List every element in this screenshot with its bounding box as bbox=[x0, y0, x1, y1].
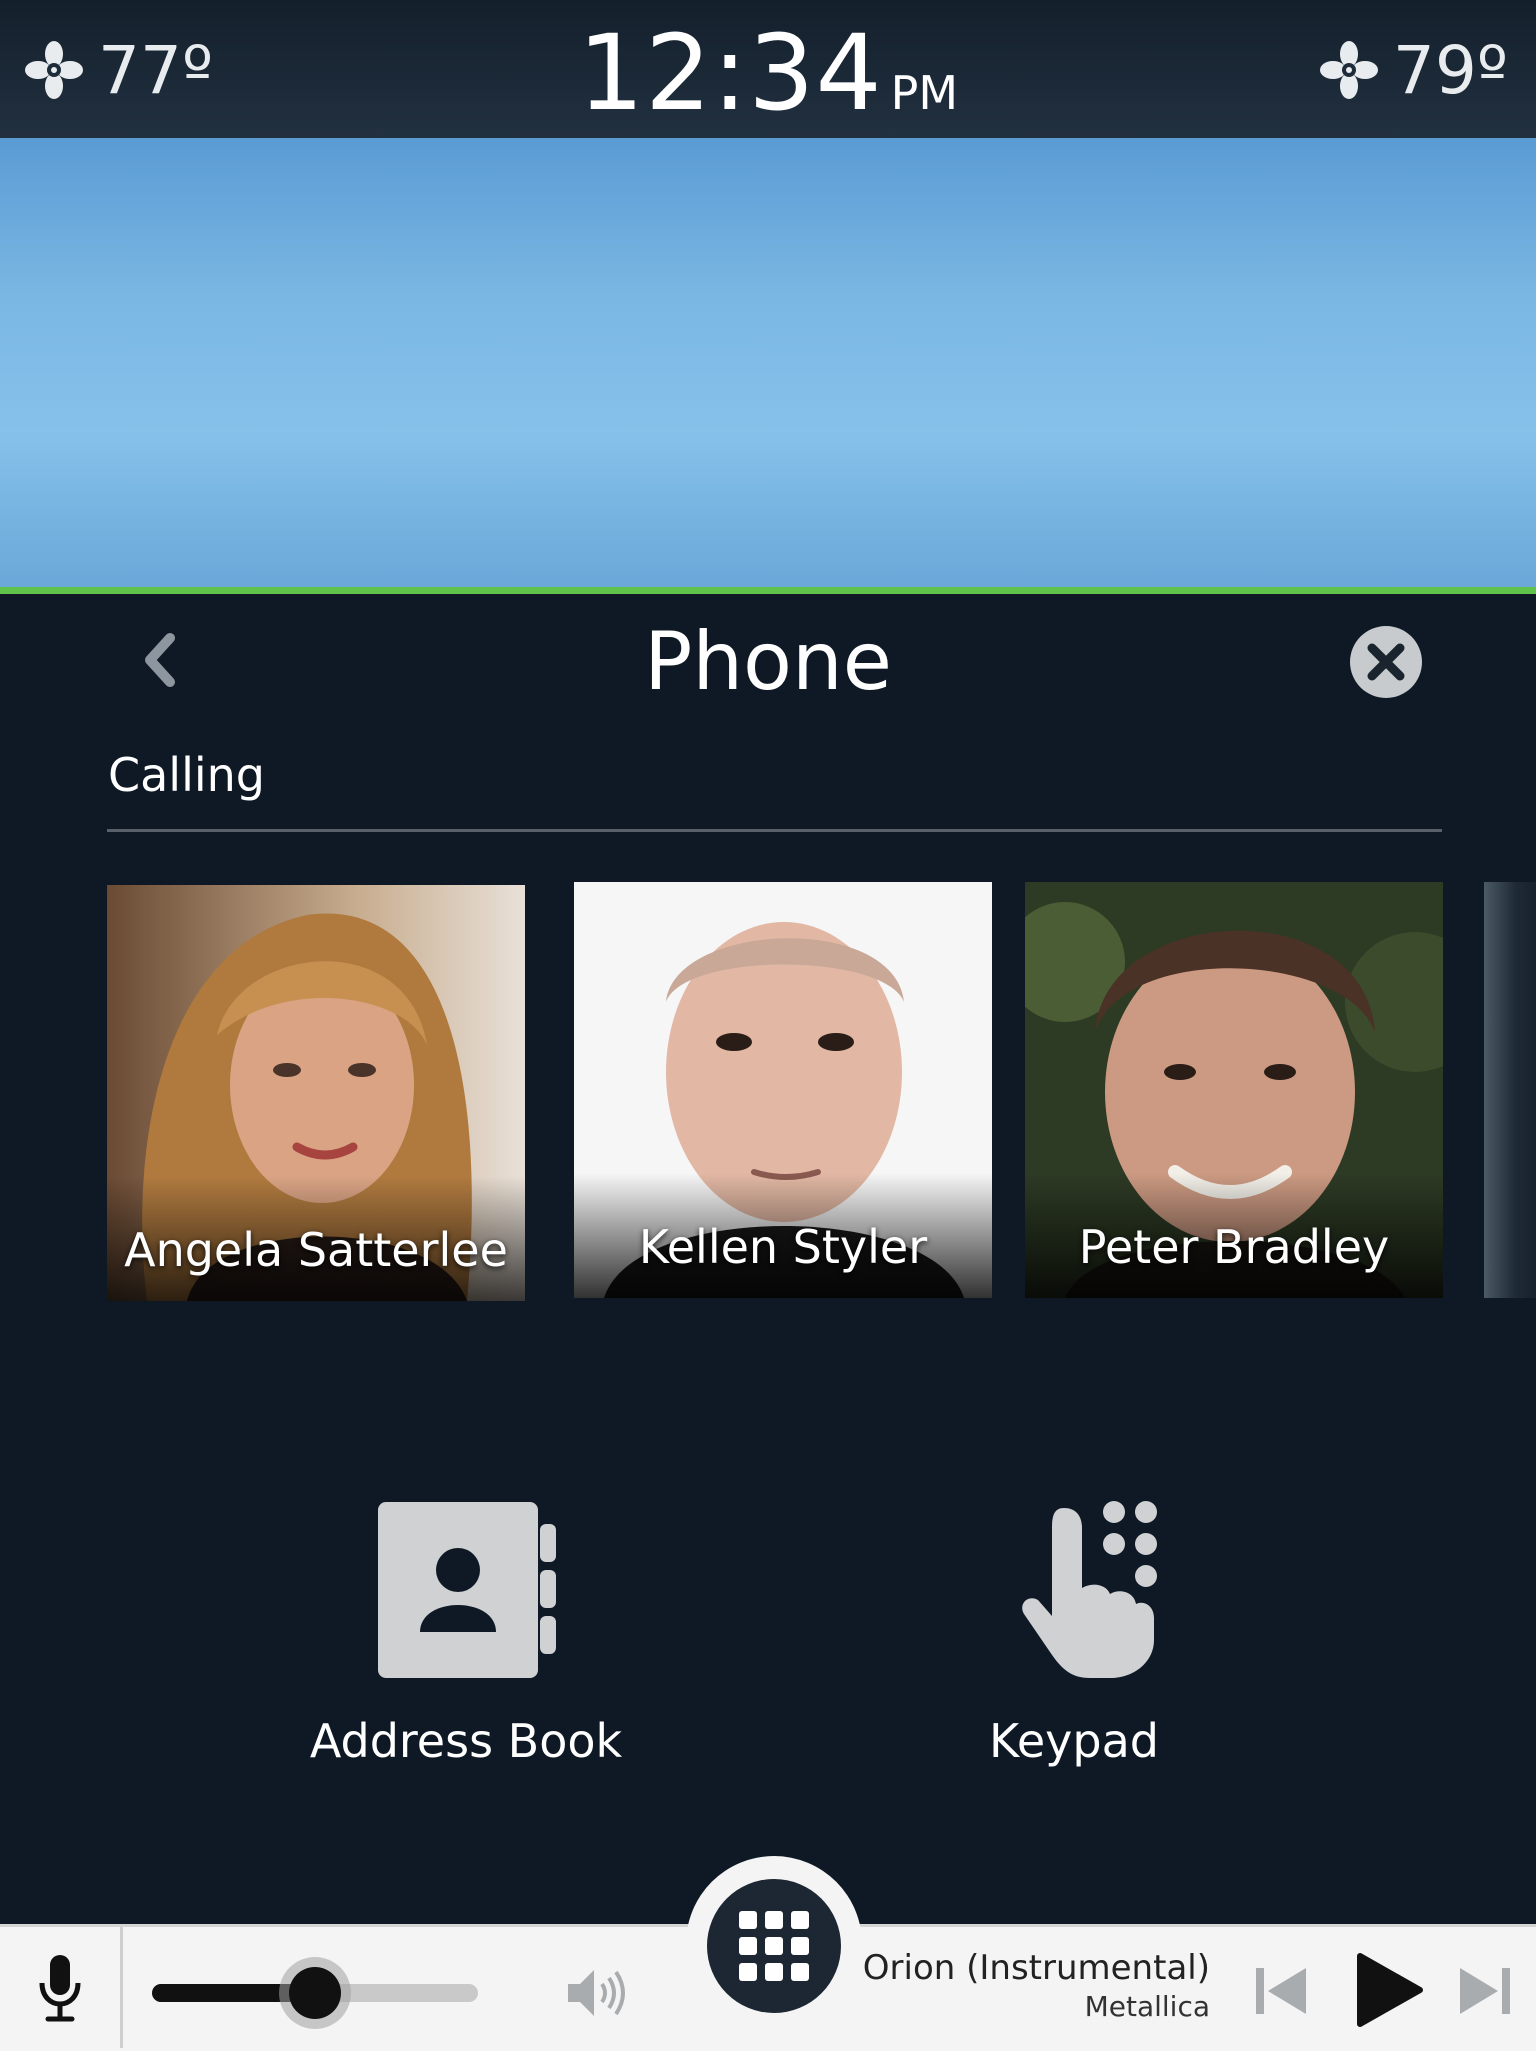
keypad-icon bbox=[1022, 1501, 1157, 1678]
contact-name: Peter Bradley bbox=[1078, 1220, 1390, 1274]
grid-icon bbox=[739, 1911, 809, 1981]
previous-icon[interactable] bbox=[1252, 1958, 1312, 2024]
contact-name: Angela Satterlee bbox=[124, 1223, 508, 1277]
close-icon bbox=[1350, 626, 1422, 698]
clock-ampm: PM bbox=[890, 66, 959, 120]
close-button[interactable] bbox=[1348, 624, 1424, 700]
address-book-label: Address Book bbox=[309, 1714, 623, 1768]
right-climate-control[interactable]: 79º bbox=[1319, 30, 1508, 110]
section-heading: Calling bbox=[108, 748, 266, 802]
clock: 12:34 PM bbox=[0, 12, 1536, 134]
play-icon[interactable] bbox=[1350, 1950, 1424, 2030]
clock-time: 12:34 bbox=[577, 12, 883, 134]
next-icon[interactable] bbox=[1454, 1958, 1514, 2024]
artist-name: Metallica bbox=[1084, 1990, 1210, 2023]
home-button[interactable] bbox=[707, 1879, 841, 2013]
background-sky bbox=[0, 138, 1536, 590]
microphone-icon bbox=[39, 1954, 81, 2021]
fan-icon bbox=[1319, 41, 1378, 99]
contact-card-partial[interactable] bbox=[1484, 882, 1536, 1298]
song-title: Orion (Instrumental) bbox=[862, 1948, 1210, 1988]
right-temperature: 79º bbox=[1392, 31, 1508, 109]
now-playing[interactable]: Orion (Instrumental) Metallica bbox=[840, 1948, 1210, 2023]
page-title: Phone bbox=[644, 615, 892, 708]
divider bbox=[107, 829, 1442, 832]
keypad-label: Keypad bbox=[989, 1714, 1159, 1768]
voice-button[interactable] bbox=[0, 1927, 123, 2048]
contact-name: Kellen Styler bbox=[638, 1220, 928, 1274]
keypad-button[interactable]: Keypad bbox=[864, 1500, 1284, 1768]
address-book-icon bbox=[378, 1502, 556, 1678]
contact-card[interactable]: Peter Bradley bbox=[1025, 882, 1443, 1298]
contact-card[interactable]: Kellen Styler bbox=[574, 882, 992, 1298]
panel-accent-line bbox=[0, 587, 1536, 594]
speaker-icon[interactable] bbox=[564, 1964, 630, 2022]
contact-card[interactable]: Angela Satterlee bbox=[107, 885, 525, 1301]
volume-slider-thumb[interactable] bbox=[289, 1967, 341, 2019]
address-book-button[interactable]: Address Book bbox=[256, 1500, 676, 1768]
